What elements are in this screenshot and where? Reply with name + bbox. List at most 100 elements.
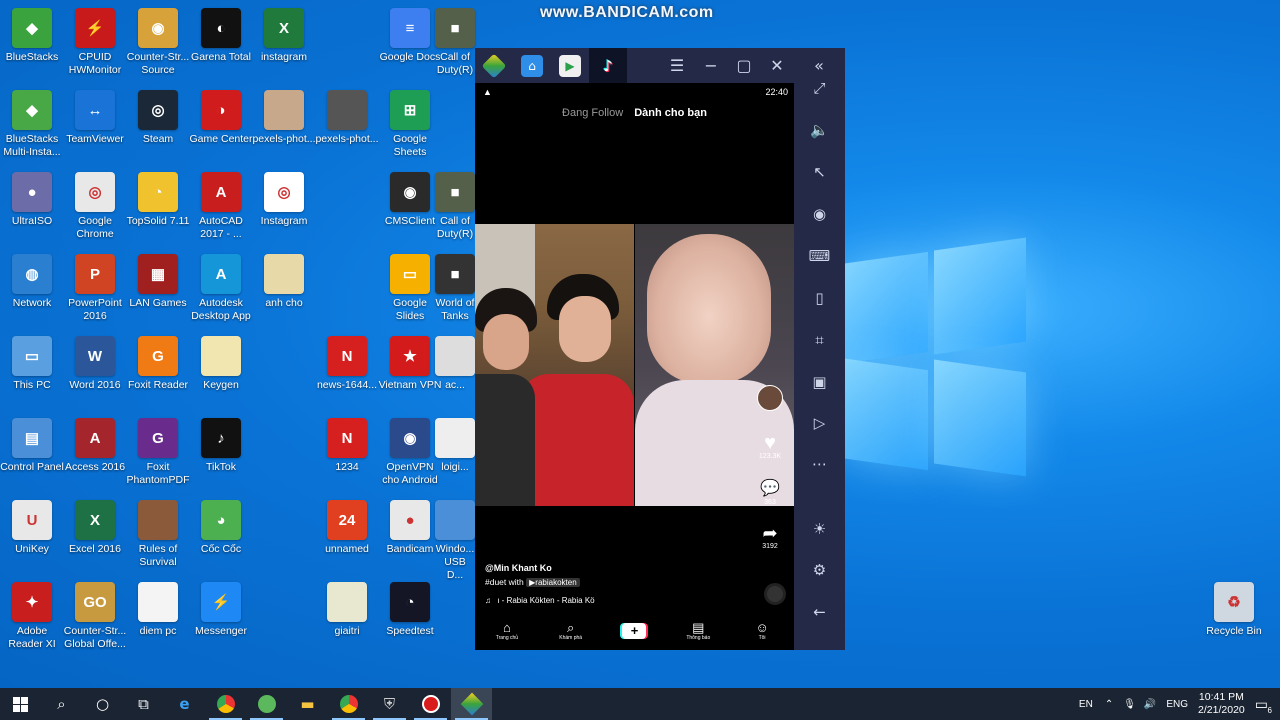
tab-for-you[interactable]: Dành cho bạn — [634, 107, 707, 119]
desktop-icon[interactable]: ♪ TikTok — [189, 418, 253, 474]
caption-mention[interactable]: ▶rabiakokten — [526, 578, 580, 587]
search-button[interactable]: ⌕ — [41, 688, 82, 720]
menu-button[interactable]: ☰ — [661, 48, 693, 83]
desktop-icon[interactable]: ↔ TeamViewer — [63, 90, 127, 146]
desktop-icon[interactable]: P PowerPoint 2016 — [63, 254, 127, 323]
tab-following[interactable]: Đang Follow — [562, 107, 623, 119]
video-username[interactable]: @Min Khant Ko — [485, 563, 552, 573]
desktop-icon[interactable]: ● Bandicam — [378, 500, 442, 556]
volume-icon[interactable]: 🔊 — [1144, 699, 1156, 710]
bluestacks-taskbar[interactable] — [451, 688, 492, 720]
bluestacks-titlebar[interactable]: ⌂ ▶ ♪ ☰ − ▢ ✕ « — [475, 48, 845, 83]
close-button[interactable]: ✕ — [761, 48, 793, 83]
desktop-icon[interactable]: ■ World of Tanks — [435, 254, 475, 323]
share-button[interactable]: ➦ 3192 — [752, 523, 788, 550]
desktop-icon[interactable]: ▤ Control Panel — [0, 418, 64, 474]
nav-profile[interactable]: ☺ Tôi — [737, 621, 787, 642]
desktop-icon[interactable]: G Foxit PhantomPDF — [126, 418, 190, 487]
nav-inbox[interactable]: ▤ Thông báo — [673, 621, 723, 642]
file-explorer-taskbar[interactable]: ▬ — [287, 688, 328, 720]
desktop-icon[interactable]: ◆ BlueStacks — [0, 8, 64, 64]
desktop-icon[interactable]: Windo... USB D... — [435, 500, 475, 582]
home-tab[interactable]: ⌂ — [513, 48, 551, 83]
phone-button[interactable]: ▯ — [794, 283, 845, 313]
desktop-icon[interactable]: ★ Vietnam VPN — [378, 336, 442, 392]
chevron-up-icon[interactable]: ⌃ — [1105, 699, 1113, 710]
desktop-icon[interactable]: pexels-phot... — [315, 90, 379, 146]
desktop-icon[interactable]: giaitri — [315, 582, 379, 638]
desktop-icon[interactable]: Keygen — [189, 336, 253, 392]
microphone-icon[interactable]: 🎙 — [1123, 699, 1136, 710]
like-button[interactable]: ♥ 123.3K — [752, 433, 788, 460]
desktop-icon[interactable]: ◆ BlueStacks Multi-Insta... — [0, 90, 64, 159]
desktop-icon[interactable]: ac... — [435, 336, 475, 392]
music-line[interactable]: ♫ ı - Rabia Kökten - Rabia Kö — [485, 596, 595, 605]
camera-button[interactable]: ▣ — [794, 367, 845, 397]
desktop-icon[interactable]: ▭ This PC — [0, 336, 64, 392]
desktop-icon[interactable]: X Excel 2016 — [63, 500, 127, 556]
duet-video-left[interactable] — [475, 224, 634, 506]
record-button[interactable]: ▷ — [794, 408, 845, 438]
creator-avatar[interactable] — [752, 385, 788, 411]
volume-button[interactable]: 🔈 — [794, 115, 845, 145]
bulb-button[interactable]: ☀ — [794, 514, 845, 544]
chrome-taskbar[interactable] — [205, 688, 246, 720]
task-view-button[interactable]: ⧉ — [123, 688, 164, 720]
desktop-icon[interactable]: ◉ OpenVPN cho Android — [378, 418, 442, 487]
gamepad-button[interactable]: ⌗ — [794, 325, 845, 355]
desktop-icon[interactable]: ◑ Game Center — [189, 90, 253, 146]
desktop-icon[interactable]: pexels-phot... — [252, 90, 316, 146]
language-indicator[interactable]: EN — [1079, 699, 1093, 710]
play-store-tab[interactable]: ▶ — [551, 48, 589, 83]
desktop-icon[interactable]: ■ Call of Duty(R) — [435, 8, 475, 77]
desktop-icon[interactable]: N 1234 — [315, 418, 379, 474]
desktop-icon[interactable]: Rules of Survival — [126, 500, 190, 569]
desktop-icon[interactable]: ◎ Google Chrome — [63, 172, 127, 241]
maximize-button[interactable]: ▢ — [728, 48, 760, 83]
nav-create[interactable]: + — [609, 623, 659, 639]
desktop-icon[interactable]: GO Counter-Str... Global Offe... — [63, 582, 127, 651]
fullscreen-button[interactable]: ⤢ — [794, 73, 845, 103]
desktop-icon[interactable]: A Autodesk Desktop App — [189, 254, 253, 323]
desktop-icon[interactable]: ◔ TopSolid 7.11 — [126, 172, 190, 228]
desktop-icon[interactable]: ◎ Instagram — [252, 172, 316, 228]
desktop-icon[interactable]: ⊞ Google Sheets — [378, 90, 442, 159]
duet-video-right[interactable] — [635, 224, 794, 506]
desktop-icon[interactable]: A AutoCAD 2017 - ... — [189, 172, 253, 241]
desktop-icon[interactable]: W Word 2016 — [63, 336, 127, 392]
desktop-icon[interactable]: ⚡ Messenger — [189, 582, 253, 638]
desktop-icon[interactable]: 24 unnamed — [315, 500, 379, 556]
cursor-button[interactable]: ↖ — [794, 157, 845, 187]
desktop-icon[interactable]: ✦ Adobe Reader XI — [0, 582, 64, 651]
desktop-icon[interactable]: anh cho — [252, 254, 316, 310]
more-button[interactable]: ⋯ — [794, 449, 845, 479]
desktop-icon[interactable]: ■ Call of Duty(R) — [435, 172, 475, 241]
input-language[interactable]: ENG — [1166, 699, 1188, 710]
desktop-icon[interactable]: ◉ CMSClient — [378, 172, 442, 228]
start-button[interactable] — [0, 688, 41, 720]
caption-hashtag[interactable]: #duet with — [485, 577, 524, 587]
desktop-icon[interactable]: Nnews-1644... — [315, 336, 379, 392]
desktop-icon[interactable]: ≡ Google Docs — [378, 8, 442, 64]
desktop-icon[interactable]: ▦ LAN Games — [126, 254, 190, 310]
desktop-icon[interactable]: Xinstagram — [252, 8, 316, 64]
desktop-icon[interactable]: loigi... — [435, 418, 475, 474]
desktop-icon[interactable]: U UniKey — [0, 500, 64, 556]
desktop-icon[interactable]: diem pc — [126, 582, 190, 638]
desktop-icon[interactable]: ▭ Google Slides — [378, 254, 442, 323]
minimize-button[interactable]: − — [695, 48, 727, 83]
chrome-taskbar-2[interactable] — [328, 688, 369, 720]
desktop-icon[interactable]: ◐ Garena Total — [189, 8, 253, 64]
nav-home[interactable]: ⌂ Trang chủ — [482, 621, 532, 642]
settings-button[interactable]: ⚙ — [794, 555, 845, 585]
desktop-icon[interactable]: ◉ Counter-Str... Source — [126, 8, 190, 77]
bandicam-taskbar[interactable] — [410, 688, 451, 720]
notification-button[interactable]: ▭ 6 — [1255, 696, 1272, 715]
desktop-icon[interactable]: ◔ Speedtest — [378, 582, 442, 638]
tiktok-tab[interactable]: ♪ — [589, 48, 627, 83]
coccoc-taskbar[interactable] — [246, 688, 287, 720]
eye-button[interactable]: ◉ — [794, 199, 845, 229]
bluestacks-logo-tab[interactable] — [475, 48, 513, 83]
desktop-icon[interactable]: ⚡ CPUID HWMonitor — [63, 8, 127, 77]
cortana-button[interactable]: ○ — [82, 688, 123, 720]
